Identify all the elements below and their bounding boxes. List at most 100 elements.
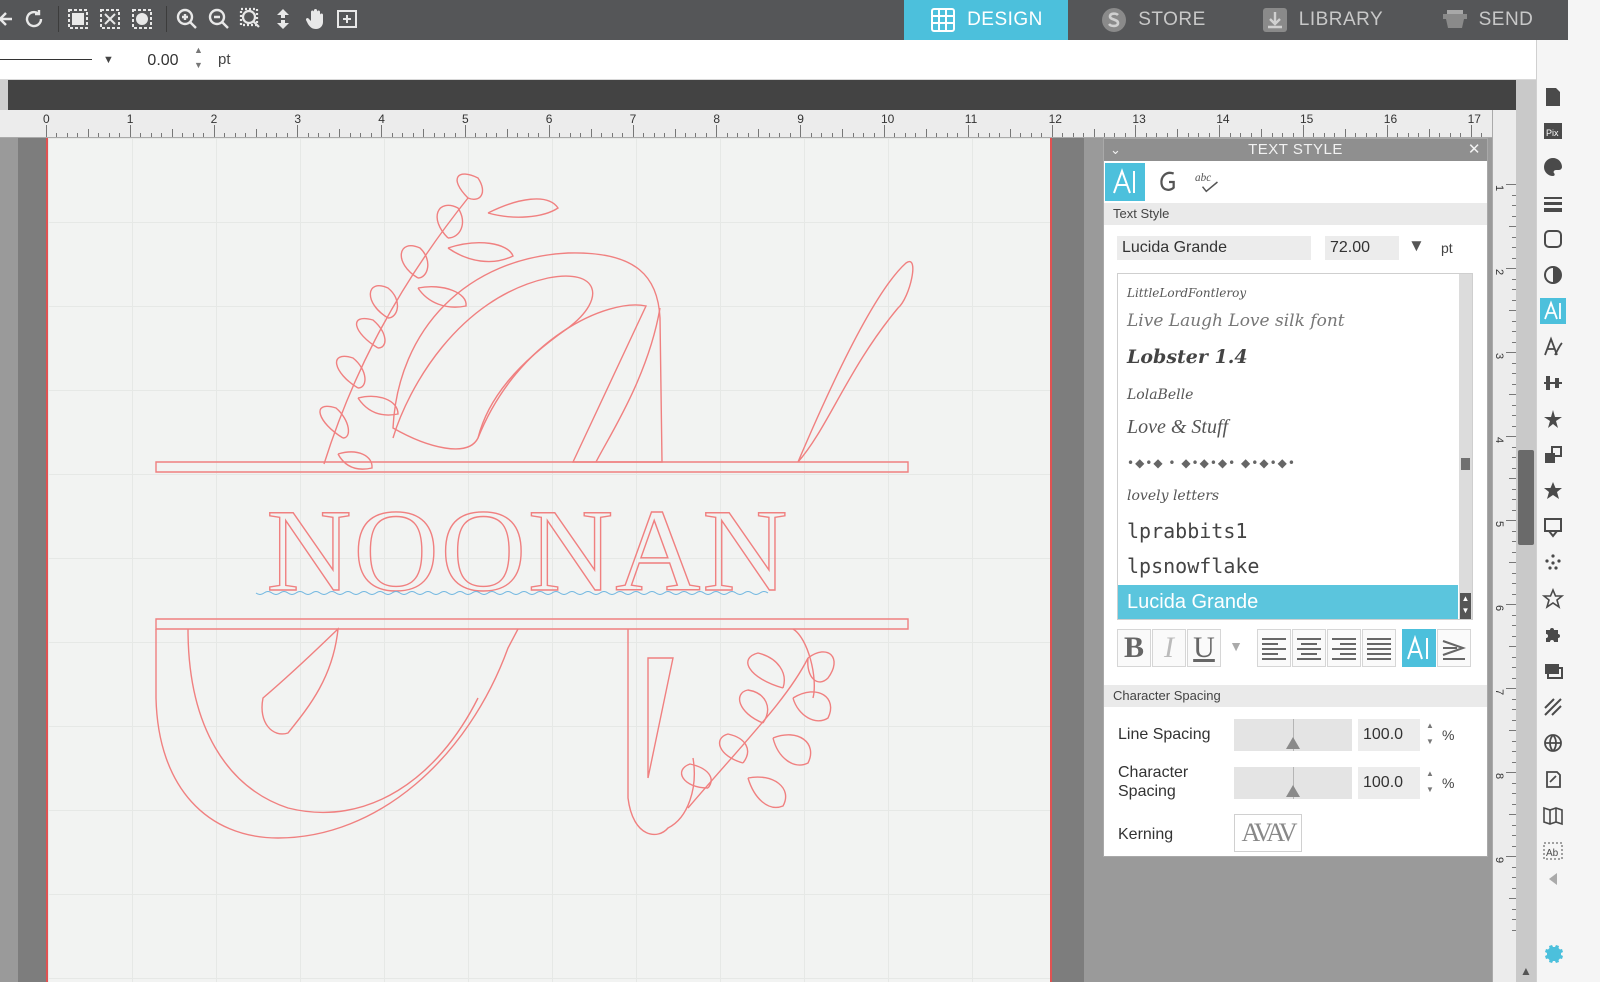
fill-pattern-icon[interactable] bbox=[1540, 694, 1566, 720]
layers-icon[interactable] bbox=[1540, 658, 1566, 684]
font-sample-icon[interactable]: Ab bbox=[1540, 838, 1566, 864]
line-spacing-slider[interactable] bbox=[1234, 719, 1352, 751]
split-bar-bottom[interactable] bbox=[155, 618, 909, 630]
fit-page-icon[interactable] bbox=[269, 5, 297, 33]
modify-star-icon[interactable] bbox=[1540, 478, 1566, 504]
font-list[interactable]: LittleLordFontleroy Live Laugh Love silk… bbox=[1117, 273, 1473, 620]
text-to-path-icon[interactable] bbox=[1540, 334, 1566, 360]
font-item-live-laugh-love[interactable]: Live Laugh Love silk font bbox=[1118, 304, 1458, 338]
globe-icon[interactable] bbox=[1540, 730, 1566, 756]
character-spacing-slider[interactable] bbox=[1234, 767, 1352, 799]
line-style-icon[interactable] bbox=[1540, 190, 1566, 216]
kerning-button[interactable]: AVAV bbox=[1234, 814, 1302, 852]
spellcheck-tab[interactable]: abc bbox=[1190, 163, 1230, 201]
transparency-icon[interactable] bbox=[1540, 262, 1566, 288]
sketch-star-icon[interactable] bbox=[1540, 586, 1566, 612]
puzzle-icon[interactable] bbox=[1540, 622, 1566, 648]
text-style-panel-icon[interactable] bbox=[1540, 298, 1566, 324]
font-list-scroll-arrows-icon[interactable]: ▲ ▼ bbox=[1460, 593, 1471, 619]
zoom-out-icon[interactable] bbox=[205, 5, 233, 33]
underline-button[interactable]: U bbox=[1187, 629, 1221, 667]
page-setup-icon[interactable] bbox=[1540, 84, 1566, 110]
character-spacing-input[interactable] bbox=[1358, 767, 1420, 799]
font-item-lucida-grande[interactable]: Lucida Grande bbox=[1118, 585, 1458, 619]
select-all-icon[interactable] bbox=[64, 5, 92, 33]
settings-gear-icon[interactable] bbox=[1540, 940, 1566, 966]
font-name-input[interactable] bbox=[1117, 236, 1311, 260]
align-left-button[interactable] bbox=[1257, 629, 1291, 667]
align-icon[interactable] bbox=[1540, 370, 1566, 396]
select-by-color-icon[interactable] bbox=[128, 5, 156, 33]
undo-icon[interactable] bbox=[0, 5, 22, 33]
font-item-lolabelle[interactable]: LolaBelle bbox=[1118, 378, 1458, 412]
line-style-preview[interactable] bbox=[0, 59, 92, 60]
offset-icon[interactable] bbox=[1540, 514, 1566, 540]
collapse-arrow-icon[interactable] bbox=[1540, 866, 1566, 892]
canvas-vertical-scrollbar[interactable]: ▲ bbox=[1516, 80, 1536, 982]
monogram-bottom-half[interactable] bbox=[155, 627, 815, 839]
font-list-scroll-thumb[interactable] bbox=[1461, 458, 1470, 470]
line-spacing-up-icon[interactable]: ▲ bbox=[1426, 721, 1434, 730]
font-item-lprabbits1[interactable]: lprabbits1 bbox=[1118, 514, 1458, 548]
split-monogram-design[interactable]: NOONAN bbox=[48, 138, 1054, 982]
trace-dots-icon[interactable] bbox=[1540, 550, 1566, 576]
bold-button[interactable]: B bbox=[1117, 629, 1151, 667]
pan-hand-icon[interactable] bbox=[301, 5, 329, 33]
replicate-icon[interactable] bbox=[1540, 406, 1566, 432]
leaf-sprig-top[interactable] bbox=[319, 173, 559, 470]
font-size-dropdown-icon[interactable]: ▼ bbox=[1408, 236, 1425, 256]
font-item-lobster[interactable]: Lobster 1.4 bbox=[1118, 340, 1458, 374]
character-spacing-up-icon[interactable]: ▲ bbox=[1426, 769, 1434, 778]
font-item-lovely-letters[interactable]: lovely letters bbox=[1118, 479, 1458, 513]
tab-design[interactable]: DESIGN bbox=[904, 0, 1068, 40]
font-item-lpsnowflake[interactable]: lpsnowflake bbox=[1118, 549, 1458, 583]
collapse-chevron-icon[interactable]: ⌄ bbox=[1110, 139, 1121, 161]
tab-store[interactable]: STORE bbox=[1068, 0, 1238, 40]
split-bar-top[interactable] bbox=[155, 461, 909, 473]
cutting-mat[interactable]: NOONAN bbox=[46, 138, 1052, 982]
line-spacing-slider-handle[interactable] bbox=[1286, 737, 1300, 749]
line-width-input[interactable] bbox=[138, 50, 188, 72]
image-trace-icon[interactable] bbox=[1540, 226, 1566, 252]
scrollbar-thumb[interactable] bbox=[1518, 450, 1534, 545]
pixscan-icon[interactable]: Pix bbox=[1540, 118, 1566, 144]
monogram-top-half[interactable] bbox=[392, 252, 914, 463]
character-spacing-slider-handle[interactable] bbox=[1286, 785, 1300, 797]
transform-icon[interactable] bbox=[1540, 442, 1566, 468]
line-style-dropdown-icon[interactable]: ▼ bbox=[103, 54, 114, 66]
line-spacing-down-icon[interactable]: ▼ bbox=[1426, 737, 1434, 746]
add-page-icon[interactable] bbox=[333, 5, 361, 33]
print-cut-icon[interactable] bbox=[1540, 766, 1566, 792]
surname-text[interactable]: NOONAN bbox=[266, 484, 789, 616]
ruler-h-tick bbox=[548, 125, 550, 137]
text-style-tab[interactable] bbox=[1105, 163, 1145, 201]
scroll-down-icon[interactable]: ▲ bbox=[1520, 964, 1532, 978]
justify-button[interactable] bbox=[1362, 629, 1396, 667]
line-width-down-icon[interactable]: ▼ bbox=[194, 60, 203, 70]
font-item-love-and-stuff[interactable]: Love & Stuff bbox=[1118, 410, 1458, 444]
library-book-icon[interactable] bbox=[1540, 802, 1566, 828]
redo-refresh-icon[interactable] bbox=[20, 5, 48, 33]
vertical-text-button[interactable] bbox=[1437, 629, 1471, 667]
zoom-select-icon[interactable] bbox=[237, 5, 265, 33]
tab-send[interactable]: SEND bbox=[1406, 0, 1568, 40]
underline-dropdown-icon[interactable]: ▼ bbox=[1222, 629, 1250, 667]
zoom-in-icon[interactable] bbox=[173, 5, 201, 33]
font-glyph-tab[interactable] bbox=[1152, 163, 1186, 201]
close-icon[interactable]: ✕ bbox=[1468, 139, 1481, 161]
font-item-dingbat[interactable]: •◆•◆ • ◆•◆•◆• ◆•◆•◆• bbox=[1118, 446, 1458, 480]
italic-button[interactable]: I bbox=[1152, 629, 1186, 667]
font-size-input[interactable] bbox=[1325, 236, 1399, 260]
line-width-up-icon[interactable]: ▲ bbox=[194, 45, 203, 55]
line-spacing-input[interactable] bbox=[1358, 719, 1420, 751]
fill-color-palette-icon[interactable] bbox=[1540, 154, 1566, 180]
align-center-button[interactable] bbox=[1292, 629, 1326, 667]
ruler-h-tick bbox=[747, 133, 749, 137]
font-list-scrollbar[interactable]: ▲ ▼ bbox=[1459, 274, 1472, 619]
character-spacing-down-icon[interactable]: ▼ bbox=[1426, 785, 1434, 794]
deselect-icon[interactable] bbox=[96, 5, 124, 33]
tab-library[interactable]: LIBRARY bbox=[1238, 0, 1406, 40]
leaf-sprig-bottom[interactable] bbox=[680, 651, 835, 809]
align-right-button[interactable] bbox=[1327, 629, 1361, 667]
horizontal-text-button[interactable] bbox=[1402, 629, 1436, 667]
